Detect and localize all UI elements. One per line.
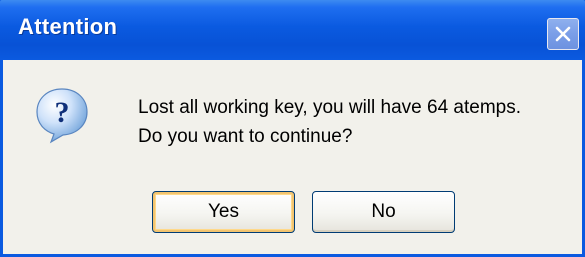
close-icon <box>555 26 571 42</box>
message-line-1: Lost all working key, you will have 64 a… <box>138 97 521 118</box>
message-line-2: Do you want to continue? <box>138 126 353 147</box>
yes-button[interactable]: Yes <box>152 191 295 233</box>
close-button[interactable] <box>547 18 579 50</box>
dialog-message: Lost all working key, you will have 64 a… <box>138 93 521 151</box>
window-title: Attention <box>18 14 118 39</box>
svg-text:?: ? <box>55 96 70 129</box>
attention-dialog: Attention ? Lost all working key, you wi… <box>0 0 585 257</box>
title-bar[interactable]: Attention <box>0 0 585 60</box>
no-button[interactable]: No <box>312 191 455 233</box>
question-icon: ? <box>36 88 88 144</box>
